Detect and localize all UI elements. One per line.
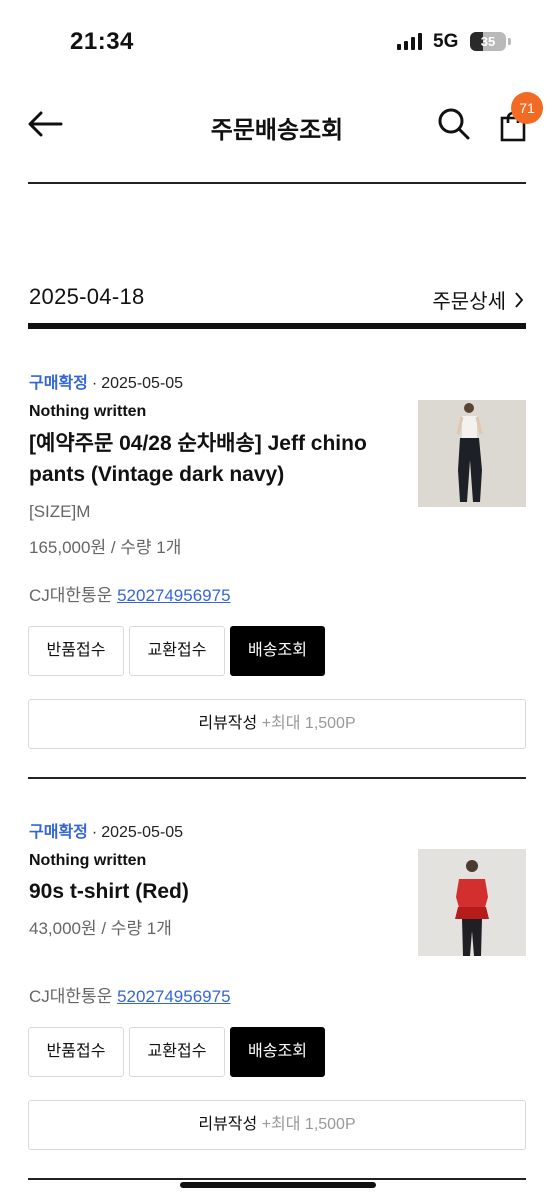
return-request-button[interactable]: 반품접수 xyxy=(28,1027,124,1077)
status-bar: 21:34 5G 35 xyxy=(0,0,554,84)
item-divider xyxy=(28,777,526,779)
item-status-row: 구매확정 · 2025-05-05 xyxy=(29,818,183,842)
order-date: 2025-04-18 xyxy=(29,284,145,309)
battery-cap xyxy=(508,38,511,45)
write-review-button[interactable]: 리뷰작성 +최대 1,500P xyxy=(28,699,526,749)
battery-level: 35 xyxy=(480,34,496,49)
courier-info: CJ대한통운 520274956975 xyxy=(29,581,231,606)
item-status-row: 구매확정 · 2025-05-05 xyxy=(29,369,183,393)
status-date: 2025-05-05 xyxy=(101,375,184,392)
courier-name: CJ대한통운 xyxy=(29,987,113,1006)
product-image[interactable] xyxy=(418,849,526,956)
signal-icon xyxy=(397,32,422,50)
header-divider xyxy=(28,182,526,184)
product-option: [SIZE]M xyxy=(29,502,91,521)
brand-name: Nothing written xyxy=(29,403,147,420)
purchase-status: 구매확정 xyxy=(29,824,88,841)
tracking-number-link[interactable]: 520274956975 xyxy=(117,586,230,605)
status-separator: · xyxy=(91,824,98,841)
review-label: 리뷰작성 xyxy=(198,715,258,732)
app-header: 주문배송조회 xyxy=(0,84,554,168)
status-time: 21:34 xyxy=(70,28,134,55)
courier-name: CJ대한통운 xyxy=(29,586,113,605)
order-detail-link[interactable]: 주문상세 xyxy=(432,285,524,314)
order-detail-label: 주문상세 xyxy=(432,291,506,313)
exchange-request-button[interactable]: 교환접수 xyxy=(129,1027,225,1077)
chevron-right-icon xyxy=(515,291,524,308)
review-point: +최대 1,500P xyxy=(261,715,356,732)
product-image[interactable] xyxy=(418,400,526,507)
write-review-button[interactable]: 리뷰작성 +최대 1,500P xyxy=(28,1100,526,1150)
return-request-button[interactable]: 반품접수 xyxy=(28,626,124,676)
battery-icon: 35 xyxy=(470,32,506,51)
product-price: 43,000원 / 수량 1개 xyxy=(29,919,172,938)
tracking-number-link[interactable]: 520274956975 xyxy=(117,987,230,1006)
search-button[interactable] xyxy=(436,106,472,142)
product-price: 165,000원 / 수량 1개 xyxy=(29,538,182,557)
purchase-status: 구매확정 xyxy=(29,375,88,392)
network-type: 5G xyxy=(433,31,459,52)
product-name[interactable]: [예약주문 04/28 순차배송] Jeff chino pants (Vint… xyxy=(29,428,409,490)
home-indicator[interactable] xyxy=(180,1182,376,1188)
item-divider xyxy=(28,1178,526,1180)
product-photo xyxy=(418,400,526,507)
cart-count-badge: 71 xyxy=(511,92,543,124)
exchange-request-button[interactable]: 교환접수 xyxy=(129,626,225,676)
product-photo xyxy=(418,849,526,956)
product-name[interactable]: 90s t-shirt (Red) xyxy=(29,876,409,907)
status-date: 2025-05-05 xyxy=(101,824,184,841)
review-point: +최대 1,500P xyxy=(261,1116,356,1133)
status-separator: · xyxy=(91,375,98,392)
track-delivery-button[interactable]: 배송조회 xyxy=(230,1027,325,1077)
search-icon xyxy=(438,108,470,140)
track-delivery-button[interactable]: 배송조회 xyxy=(230,626,325,676)
order-divider xyxy=(28,323,526,329)
review-label: 리뷰작성 xyxy=(198,1116,258,1133)
courier-info: CJ대한통운 520274956975 xyxy=(29,982,231,1007)
brand-name: Nothing written xyxy=(29,852,147,869)
